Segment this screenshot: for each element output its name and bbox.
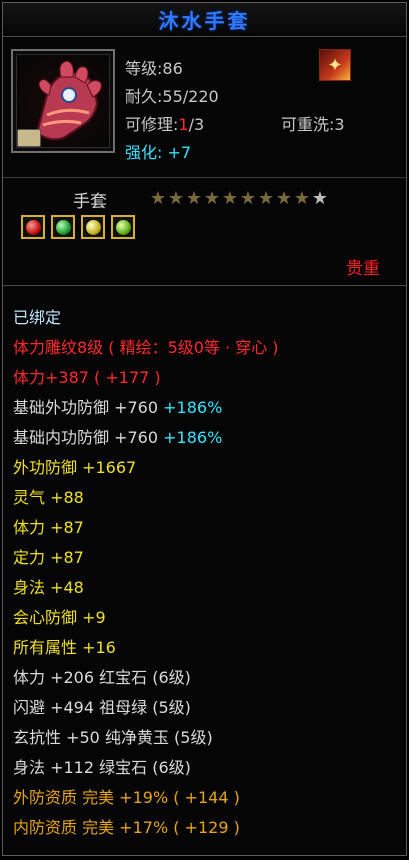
- star-icon: ★: [311, 188, 329, 209]
- attribute-text: 基础内功防御 +760: [13, 428, 159, 447]
- repair-prefix: 可修理:: [125, 115, 179, 134]
- attribute-text: 基础外功防御 +760: [13, 398, 159, 417]
- lock-icon: [17, 129, 41, 147]
- star-icon: ★: [221, 188, 239, 209]
- star-icon: ★: [149, 188, 167, 209]
- divider: [3, 285, 406, 286]
- attribute-text: 身法 +112 绿宝石 (6级): [13, 758, 191, 777]
- item-header: 等级:86 耐久:55/220 可修理:1/3 强化: +7 可重洗:3 ✦: [3, 37, 406, 178]
- attribute-text: 所有属性 +16: [13, 638, 116, 657]
- attribute-text: 外防资质 完美 +19% ( +144 ): [13, 788, 240, 807]
- item-icon-frame: [11, 49, 115, 153]
- attribute-list: 已绑定体力雕纹8级 ( 精绘：5级0等 · 穿心 ) 体力+387 ( +177 …: [13, 303, 279, 843]
- star-icon: ★: [293, 188, 311, 209]
- attribute-text: 会心防御 +9: [13, 608, 106, 627]
- item-stats: 等级:86 耐久:55/220 可修理:1/3 强化: +7: [125, 55, 219, 167]
- rewash-stat: 可重洗:3: [281, 115, 345, 134]
- attribute-line: 体力 +87: [13, 513, 279, 543]
- attribute-text: 已绑定: [13, 308, 62, 327]
- repair-current: 1: [178, 115, 189, 134]
- attribute-line: 所有属性 +16: [13, 633, 279, 663]
- attribute-text: 定力 +87: [13, 548, 84, 567]
- level-stat: 等级:86: [125, 59, 183, 78]
- title-bar: 沐水手套: [3, 3, 406, 37]
- repair-suffix: /3: [188, 115, 205, 134]
- gem-slots: [21, 215, 135, 239]
- attribute-line: 已绑定: [13, 303, 279, 333]
- quality-label: 贵重: [346, 259, 380, 279]
- fire-emblem-icon: ✦: [319, 49, 351, 81]
- star-icon: ★: [257, 188, 275, 209]
- attribute-text: 闪避 +494 祖母绿 (5级): [13, 698, 191, 717]
- repair-stat: 可修理:1/3: [125, 111, 219, 139]
- item-type: 手套: [73, 192, 107, 212]
- attribute-text: 体力 +87: [13, 518, 84, 537]
- star-icon: ★: [239, 188, 257, 209]
- attribute-text: 体力+387 ( +177 ): [13, 368, 161, 387]
- attribute-text: 体力 +206 红宝石 (6级): [13, 668, 191, 687]
- attribute-line: 基础外功防御 +760 +186%: [13, 393, 279, 423]
- enhance-stat: 强化: +7: [125, 143, 192, 162]
- attribute-bonus: +186%: [158, 428, 223, 447]
- attribute-text: 玄抗性 +50 纯净黄玉 (5级): [13, 728, 213, 747]
- attribute-line: 体力雕纹8级 ( 精绘：5级0等 · 穿心 ): [13, 333, 279, 363]
- star-icon: ★: [275, 188, 293, 209]
- attribute-line: 外功防御 +1667: [13, 453, 279, 483]
- attribute-text: 内防资质 完美 +17% ( +129 ): [13, 818, 240, 837]
- attribute-line: 内防资质 完美 +17% ( +129 ): [13, 813, 279, 843]
- attribute-text: 外功防御 +1667: [13, 458, 137, 477]
- gem-slot-red-icon[interactable]: [21, 215, 45, 239]
- attribute-line: 基础内功防御 +760 +186%: [13, 423, 279, 453]
- gem-slot-lime-icon[interactable]: [111, 215, 135, 239]
- item-tooltip: 沐水手套 等级:86 耐久:55/220 可修理:1/3 强化: +7 可重洗:…: [2, 2, 407, 856]
- gem-slot-green-icon[interactable]: [51, 215, 75, 239]
- star-icon: ★: [203, 188, 221, 209]
- attribute-text: 身法 +48: [13, 578, 84, 597]
- attribute-text: 体力雕纹8级 ( 精绘：5级0等 · 穿心 ): [13, 338, 279, 357]
- attribute-line: 体力 +206 红宝石 (6级): [13, 663, 279, 693]
- star-icon: ★: [167, 188, 185, 209]
- attribute-line: 灵气 +88: [13, 483, 279, 513]
- attribute-line: 会心防御 +9: [13, 603, 279, 633]
- attribute-bonus: +186%: [158, 398, 223, 417]
- gem-slot-yellow-icon[interactable]: [81, 215, 105, 239]
- attribute-line: 定力 +87: [13, 543, 279, 573]
- attribute-text: 灵气 +88: [13, 488, 84, 507]
- star-rating: ★ ★ ★ ★ ★ ★ ★ ★ ★ ★: [149, 189, 329, 209]
- star-icon: ★: [185, 188, 203, 209]
- item-title: 沐水手套: [158, 9, 251, 33]
- attribute-line: 身法 +112 绿宝石 (6级): [13, 753, 279, 783]
- attribute-line: 玄抗性 +50 纯净黄玉 (5级): [13, 723, 279, 753]
- attribute-line: 体力+387 ( +177 ): [13, 363, 279, 393]
- attribute-line: 身法 +48: [13, 573, 279, 603]
- attribute-line: 外防资质 完美 +19% ( +144 ): [13, 783, 279, 813]
- durability-stat: 耐久:55/220: [125, 87, 219, 106]
- attribute-line: 闪避 +494 祖母绿 (5级): [13, 693, 279, 723]
